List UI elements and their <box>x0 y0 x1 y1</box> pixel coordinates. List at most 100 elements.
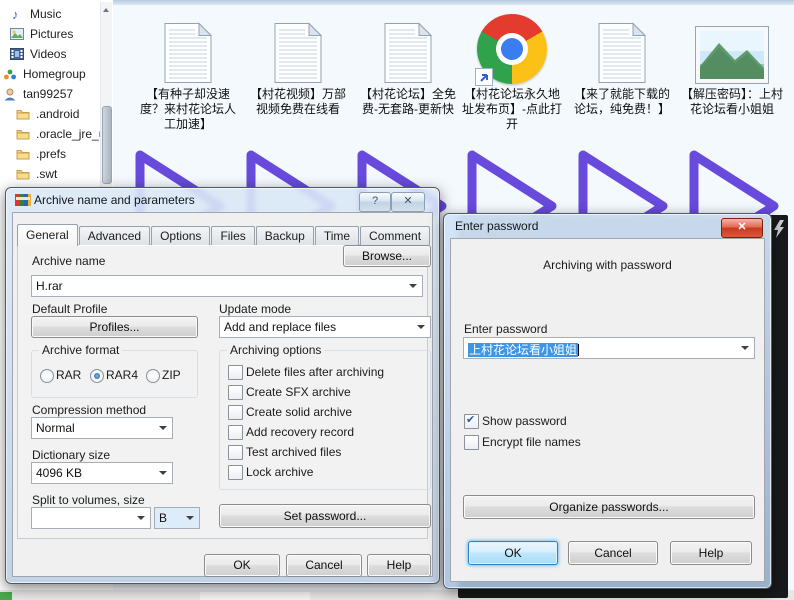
text-file-icon <box>163 22 213 84</box>
sidebar-item-swt-folder[interactable]: .swt <box>0 164 100 184</box>
homegroup-icon <box>2 67 18 81</box>
checkbox-add-recovery-record[interactable] <box>228 425 243 440</box>
radio-rar[interactable] <box>40 369 54 383</box>
background-window-glyph <box>772 219 786 239</box>
desktop-icon-label: 【村花论坛永久地址发布页】-点此打开 <box>460 87 564 132</box>
sidebar-item-label: .android <box>36 107 79 121</box>
sidebar-item-label: .swt <box>36 167 57 181</box>
split-volumes-combobox[interactable] <box>31 507 151 529</box>
winrar-cancel-button[interactable]: Cancel <box>286 554 362 577</box>
password-help-button[interactable]: Help <box>670 541 752 565</box>
chevron-down-icon <box>159 426 167 430</box>
tab-backup[interactable]: Backup <box>256 226 314 245</box>
sidebar-item-label: tan99257 <box>23 87 73 101</box>
tab-time[interactable]: Time <box>315 226 359 245</box>
help-icon[interactable]: ? <box>359 192 391 212</box>
desktop-icon-2[interactable]: 【村花视频】万部视频免费在线看 <box>246 8 350 117</box>
background-green-item <box>0 592 12 600</box>
password-combobox[interactable]: 上村花论坛看小姐姐 <box>463 337 755 359</box>
split-volumes-label: Split to volumes, size <box>32 493 145 507</box>
sidebar-item-label: Videos <box>30 47 66 61</box>
tab-strip: General Advanced Options Files Backup Ti… <box>17 225 431 245</box>
browse-button[interactable]: Browse... <box>343 245 431 267</box>
close-icon[interactable]: ✕ <box>721 218 763 238</box>
text-file-icon <box>383 22 433 84</box>
sidebar-item-tan99257[interactable]: tan99257 <box>0 84 100 104</box>
dialog-title: Enter password <box>455 219 538 233</box>
sidebar-scrollbar[interactable] <box>100 2 112 188</box>
sidebar-item-oracle-jre-usage-folder[interactable]: .oracle_jre_usag <box>0 124 100 144</box>
folder-icon <box>15 147 31 161</box>
shortcut-arrow-icon <box>475 68 493 86</box>
sidebar-item-videos[interactable]: Videos <box>0 44 100 64</box>
compression-method-label: Compression method <box>32 403 146 417</box>
checkbox-encrypt-file-names[interactable] <box>464 435 479 450</box>
sidebar-item-label: .prefs <box>36 147 66 161</box>
svg-text:♪: ♪ <box>12 7 19 21</box>
sidebar-item-label: Homegroup <box>23 67 86 81</box>
radio-rar4-label: RAR4 <box>106 368 138 382</box>
checkbox-delete-files-after-archiving[interactable] <box>228 365 243 380</box>
desktop-icon-3[interactable]: 【村花论坛】全免费-无套路-更新快 <box>356 8 460 117</box>
chevron-down-icon <box>159 471 167 475</box>
pictures-icon <box>9 27 25 41</box>
checkbox-test-archived-files[interactable] <box>228 445 243 460</box>
text-file-icon <box>597 22 647 84</box>
desktop-icon-5[interactable]: 【来了就能下载的论坛，纯免费！】 <box>570 8 674 117</box>
set-password-button[interactable]: Set password... <box>219 504 431 528</box>
checkbox-create-solid-archive[interactable] <box>228 405 243 420</box>
default-profile-label: Default Profile <box>32 302 107 316</box>
tab-general[interactable]: General <box>17 224 78 246</box>
music-icon: ♪ <box>9 7 25 21</box>
tab-advanced[interactable]: Advanced <box>79 226 150 245</box>
desktop-icon-label: 【村花论坛】全免费-无套路-更新快 <box>356 87 460 117</box>
dialog-body <box>450 238 765 582</box>
dictionary-size-combobox[interactable]: 4096 KB <box>31 462 173 484</box>
winrar-ok-button[interactable]: OK <box>204 554 280 577</box>
split-unit-combobox[interactable]: B <box>154 507 200 529</box>
enter-password-dialog: Enter password ✕ Archiving with password… <box>443 213 772 589</box>
desktop-icon-1[interactable]: 【有种子却没速度？来村花论坛人工加速】 <box>136 8 240 132</box>
winrar-help-button[interactable]: Help <box>367 554 431 577</box>
radio-rar4[interactable] <box>90 369 104 383</box>
checkbox-create-sfx-archive[interactable] <box>228 385 243 400</box>
sidebar-item-music[interactable]: ♪ Music <box>0 4 100 24</box>
dialog-title: Archive name and parameters <box>34 193 195 207</box>
checkbox-lock-archive[interactable] <box>228 465 243 480</box>
sidebar-item-pictures[interactable]: Pictures <box>0 24 100 44</box>
text-caret <box>578 344 579 356</box>
password-cancel-button[interactable]: Cancel <box>568 541 658 565</box>
tab-options[interactable]: Options <box>151 226 210 245</box>
sidebar-item-homegroup[interactable]: Homegroup <box>0 64 100 84</box>
tab-files[interactable]: Files <box>211 226 254 245</box>
explorer-top-strip <box>113 0 794 5</box>
winrar-archive-dialog: Archive name and parameters ? ✕ General … <box>5 187 440 584</box>
enter-password-label: Enter password <box>464 322 547 336</box>
checkbox-show-password[interactable] <box>464 414 479 429</box>
desktop-icon-6[interactable]: 【解压密码】：上村花论坛看小姐姐 <box>680 8 784 117</box>
desktop-icon-4[interactable]: 【村花论坛永久地址发布页】-点此打开 <box>460 8 564 132</box>
close-icon[interactable]: ✕ <box>391 192 425 212</box>
update-mode-label: Update mode <box>219 302 291 316</box>
radio-zip[interactable] <box>146 369 160 383</box>
desktop-icon-label: 【有种子却没速度？来村花论坛人工加速】 <box>136 87 240 132</box>
archive-name-combobox[interactable]: H.rar <box>31 275 423 297</box>
sidebar-item-android-folder[interactable]: .android <box>0 104 100 124</box>
desktop-icon-label: 【村花视频】万部视频免费在线看 <box>246 87 350 117</box>
password-ok-button[interactable]: OK <box>468 541 558 565</box>
compression-method-combobox[interactable]: Normal <box>31 417 173 439</box>
chrome-icon <box>477 14 547 84</box>
radio-zip-label: ZIP <box>162 368 181 382</box>
tab-comment[interactable]: Comment <box>360 226 430 245</box>
update-mode-combobox[interactable]: Add and replace files <box>219 316 431 338</box>
scrollbar-thumb[interactable] <box>102 106 112 184</box>
archiving-with-password-header: Archiving with password <box>444 258 771 272</box>
user-icon <box>2 87 18 101</box>
organize-passwords-button[interactable]: Organize passwords... <box>463 495 755 519</box>
sidebar-item-label: Music <box>30 7 61 21</box>
scroll-up-icon[interactable] <box>103 8 109 12</box>
archive-name-label: Archive name <box>32 254 105 268</box>
profiles-button[interactable]: Profiles... <box>31 316 198 338</box>
chevron-down-icon <box>741 346 749 350</box>
sidebar-item-prefs-folder[interactable]: .prefs <box>0 144 100 164</box>
